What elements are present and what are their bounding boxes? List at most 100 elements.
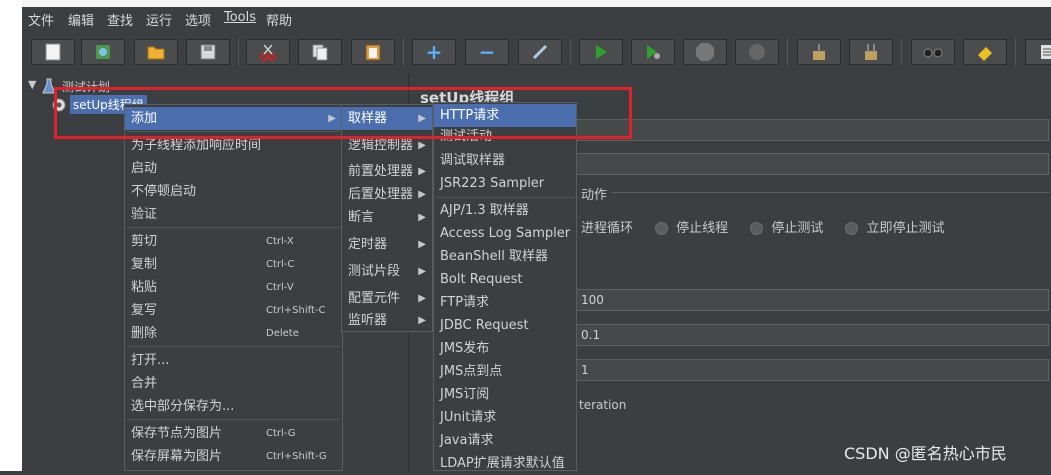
shortcut-text: Ctrl-G — [266, 428, 296, 439]
save-button[interactable] — [186, 39, 230, 65]
menu-tools[interactable]: Tools — [224, 10, 256, 25]
new-button[interactable] — [31, 39, 75, 65]
radio-continue-label[interactable]: 进程循环 — [581, 221, 633, 236]
rampup-value: 0.1 — [581, 328, 601, 342]
reset-search-button[interactable] — [963, 39, 1007, 65]
sampler-item-beanshell[interactable]: BeanShell 取样器 — [434, 245, 576, 268]
menu-item-duplicate[interactable]: 复写 Ctrl+Shift-C — [125, 299, 342, 322]
stop-button[interactable] — [683, 39, 727, 65]
submenu-item-post-processor[interactable]: 后置处理器 ▶ — [342, 183, 432, 206]
sampler-item-jdbc[interactable]: JDBC Request — [434, 314, 576, 337]
menu-item-cut[interactable]: 剪切 Ctrl-X — [125, 230, 342, 253]
sampler-item-junit[interactable]: JUnit请求 — [434, 406, 576, 429]
submenu-item-assertion[interactable]: 断言 ▶ — [342, 206, 432, 229]
clipboard-icon — [365, 44, 381, 61]
sampler-item-jsr223[interactable]: JSR223 Sampler — [434, 172, 576, 195]
submenu-item-listener[interactable]: 监听器 ▶ — [342, 309, 432, 332]
flask-icon — [42, 78, 56, 94]
menu-item-save-screen-image[interactable]: 保存屏幕为图片 Ctrl+Shift-G — [125, 445, 342, 468]
radio-stop-thread[interactable]: 停止线程 — [655, 221, 728, 236]
menu-item-merge[interactable]: 合并 — [125, 372, 342, 395]
sampler-item-ajp[interactable]: AJP/1.3 取样器 — [434, 199, 576, 222]
toolbar-separator — [403, 38, 404, 66]
collapse-button[interactable]: − — [465, 39, 509, 65]
menu-file[interactable]: 文件 — [28, 10, 54, 29]
menu-item-copy[interactable]: 复制 Ctrl-C — [125, 253, 342, 276]
menu-item-paste[interactable]: 粘贴 Ctrl-V — [125, 276, 342, 299]
menu-item-validate[interactable]: 验证 — [125, 203, 342, 226]
play-icon — [596, 45, 607, 59]
menu-item-start[interactable]: 启动 — [125, 157, 342, 180]
clear-all-button[interactable] — [849, 39, 893, 65]
sampler-item-ldap-extended[interactable]: LDAP扩展请求默认值 — [434, 452, 576, 475]
copy-button[interactable] — [298, 39, 342, 65]
toolbar-separator — [238, 38, 239, 66]
toolbar-separator — [570, 38, 571, 66]
function-helper-button[interactable] — [1025, 39, 1051, 65]
clear-button[interactable] — [797, 39, 841, 65]
expand-arrow-icon[interactable]: ▼ — [28, 78, 36, 91]
submenu-item-test-fragment[interactable]: 测试片段 ▶ — [342, 260, 432, 283]
shortcut-text: Ctrl+Shift-G — [266, 451, 327, 462]
menu-separator — [127, 419, 340, 420]
submenu-item-timer[interactable]: 定时器 ▶ — [342, 233, 432, 256]
submenu-arrow-icon: ▶ — [418, 113, 426, 124]
sampler-item-java[interactable]: Java请求 — [434, 429, 576, 452]
paste-button[interactable] — [351, 39, 395, 65]
menu-options[interactable]: 选项 — [185, 10, 211, 29]
templates-icon — [96, 45, 110, 59]
menu-edit[interactable]: 编辑 — [68, 10, 94, 29]
submenu-item-pre-processor[interactable]: 前置处理器 ▶ — [342, 160, 432, 183]
sampler-submenu: HTTP请求 测试活动 调试取样器 JSR223 Sampler AJP/1.3… — [433, 102, 577, 471]
tree-node-test-plan[interactable]: ▼ 测试计划 — [28, 78, 328, 96]
sampler-item-jms-publish[interactable]: JMS发布 — [434, 337, 576, 360]
submenu-item-sampler[interactable]: 取样器 ▶ — [342, 107, 432, 130]
menu-item-save-selection[interactable]: 选中部分保存为... — [125, 395, 342, 418]
submenu-item-config-element[interactable]: 配置元件 ▶ — [342, 287, 432, 310]
menu-help[interactable]: 帮助 — [266, 10, 292, 29]
sampler-item-access-log[interactable]: Access Log Sampler — [434, 222, 576, 245]
threads-field[interactable]: 100 — [574, 289, 1049, 311]
radio-stop-test[interactable]: 停止测试 — [750, 221, 823, 236]
sampler-item-test-action[interactable]: 测试活动 — [434, 125, 576, 148]
toggle-button[interactable] — [518, 39, 562, 65]
action-section-label: 动作 — [577, 184, 612, 203]
search-button[interactable] — [911, 39, 955, 65]
submenu-item-logic-controller[interactable]: 逻辑控制器 ▶ — [342, 134, 432, 157]
submenu-arrow-icon: ▶ — [418, 166, 426, 177]
menu-item-save-node-image[interactable]: 保存节点为图片 Ctrl-G — [125, 422, 342, 445]
sampler-item-bolt[interactable]: Bolt Request — [434, 268, 576, 291]
shutdown-button[interactable] — [735, 39, 779, 65]
loops-value: 1 — [581, 363, 589, 377]
sampler-item-http-request[interactable]: HTTP请求 — [434, 104, 576, 127]
start-no-pause-button[interactable] — [631, 39, 675, 65]
loops-field[interactable]: 1 — [574, 359, 1049, 381]
sampler-item-debug-sampler[interactable]: 调试取样器 — [434, 149, 576, 172]
menu-item-add-response-time[interactable]: 为子线程添加响应时间 — [125, 134, 342, 157]
eraser-icon — [978, 47, 992, 61]
radio-circle-icon — [845, 222, 859, 235]
menu-run[interactable]: 运行 — [146, 10, 172, 29]
open-button[interactable] — [134, 39, 178, 65]
templates-button[interactable] — [81, 39, 125, 65]
menu-item-add[interactable]: 添加 ▶ — [125, 107, 342, 130]
rampup-field[interactable]: 0.1 — [574, 324, 1049, 346]
cut-button[interactable] — [246, 39, 290, 65]
menu-search[interactable]: 查找 — [107, 10, 133, 29]
left-white-strip — [0, 0, 22, 471]
expand-button[interactable]: + — [412, 39, 456, 65]
sampler-item-jms-subscribe[interactable]: JMS订阅 — [434, 383, 576, 406]
menu-item-start-no-pause[interactable]: 不停顿启动 — [125, 180, 342, 203]
radio-stop-test-now[interactable]: 立即停止测试 — [845, 221, 944, 236]
menu-item-delete[interactable]: 删除 Delete — [125, 322, 342, 345]
menu-separator — [127, 131, 340, 132]
start-button[interactable] — [579, 39, 623, 65]
binoculars-icon — [923, 48, 943, 58]
broom-all-icon — [865, 44, 877, 60]
sampler-item-ftp[interactable]: FTP请求 — [434, 291, 576, 314]
save-icon — [200, 44, 216, 60]
menu-separator — [127, 346, 340, 347]
toolbar-separator — [787, 38, 788, 66]
sampler-item-jms-p2p[interactable]: JMS点到点 — [434, 360, 576, 383]
menu-item-open[interactable]: 打开... — [125, 349, 342, 372]
